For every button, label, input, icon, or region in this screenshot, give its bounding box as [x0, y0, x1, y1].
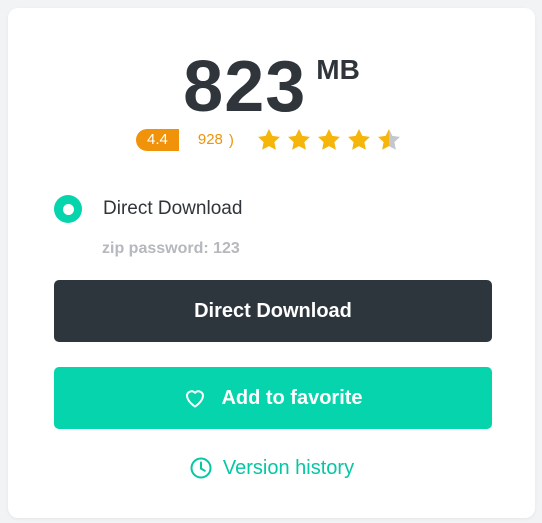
rating-count: 928 — [178, 129, 223, 151]
file-size-unit: MB — [316, 54, 360, 85]
radio-dot — [62, 203, 74, 215]
rating-count-bracket: ) — [228, 131, 234, 149]
add-to-favorite-button[interactable]: Add to favorite — [54, 367, 492, 429]
rating-score-badge: 4.4 — [136, 129, 179, 151]
download-option-direct[interactable]: Direct Download — [54, 194, 242, 224]
version-history-label: Version history — [222, 456, 355, 479]
rating: 4.4 928 ) — [136, 126, 402, 154]
add-to-favorite-label: Add to favorite — [221, 386, 363, 409]
version-history-link[interactable]: Version history — [8, 456, 535, 480]
star-icon — [287, 128, 310, 150]
direct-download-button[interactable]: Direct Download — [54, 280, 492, 342]
star-icon — [317, 128, 340, 150]
file-size-value: 823 — [183, 47, 307, 127]
direct-download-button-label: Direct Download — [194, 299, 352, 322]
download-card: 823 MB 4.4 928 ) Direct Download zip pass… — [8, 8, 535, 518]
clock-icon — [190, 457, 212, 479]
star-rating — [256, 127, 402, 153]
radio-selected[interactable] — [54, 195, 82, 223]
download-option-label: Direct Download — [103, 198, 243, 219]
heart-icon — [186, 390, 205, 408]
file-size: 823 MB — [8, 50, 535, 124]
half-star-icon — [377, 128, 400, 150]
star-icon — [347, 128, 370, 150]
zip-password-note: zip password: 123 — [102, 240, 240, 257]
star-icon — [257, 128, 280, 150]
